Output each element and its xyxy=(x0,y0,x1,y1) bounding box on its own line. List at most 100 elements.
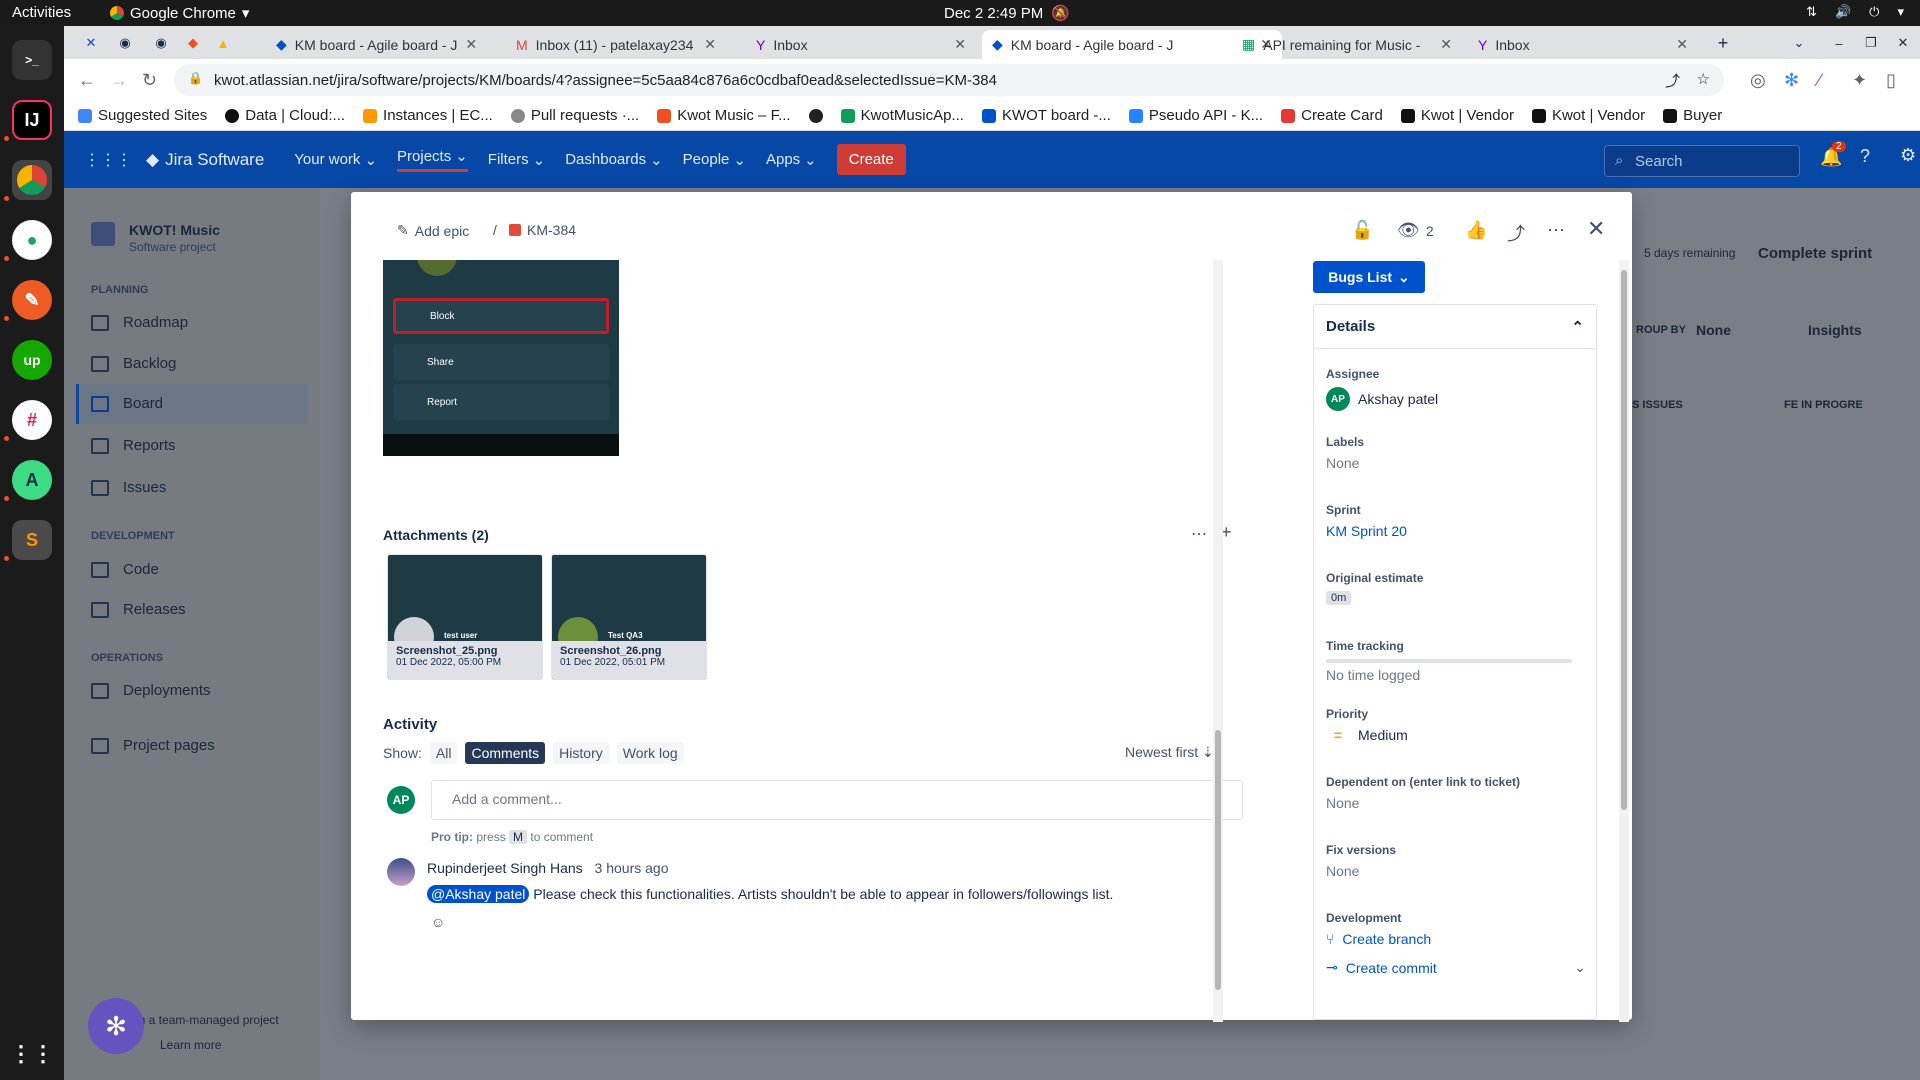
extensions-puzzle-icon[interactable]: ✦ xyxy=(1852,70,1867,91)
settings-gear-icon[interactable]: ⚙ xyxy=(1900,145,1916,166)
bookmark-item[interactable] xyxy=(808,108,823,123)
sidebar-item-project-pages[interactable]: Project pages xyxy=(91,737,215,754)
new-tab-icon[interactable]: + xyxy=(1714,33,1732,53)
tab-inbox-2[interactable]: Y Inbox ✕ xyxy=(1468,30,1698,59)
details-header[interactable]: Details ⌃ xyxy=(1314,305,1596,349)
reload-icon[interactable]: ↻ xyxy=(142,70,157,91)
project-header[interactable]: KWOT! Music Software project xyxy=(91,222,220,254)
add-epic-button[interactable]: ✎ Add epic xyxy=(397,222,469,239)
restore-icon[interactable]: ❐ xyxy=(1862,34,1880,52)
help-icon[interactable]: ? xyxy=(1860,146,1870,167)
lock-icon[interactable]: 🔓 xyxy=(1351,220,1373,241)
sidebar-item-releases[interactable]: Releases xyxy=(91,601,186,618)
bookmark-item[interactable]: Kwot Music – F... xyxy=(657,107,791,124)
scrollbar-thumb[interactable] xyxy=(1215,730,1221,990)
forward-icon[interactable]: → xyxy=(110,70,128,91)
bookmark-item[interactable]: Kwot | Vendor xyxy=(1400,107,1514,124)
add-reaction-icon[interactable]: ☺ xyxy=(431,914,445,930)
share-icon[interactable]: ⤴ xyxy=(1665,70,1680,91)
more-actions-icon[interactable]: ⋯ xyxy=(1547,220,1565,241)
more-icon[interactable]: ⋯ xyxy=(1191,524,1207,544)
close-icon[interactable]: ✕ xyxy=(954,36,966,53)
filter-comments[interactable]: Comments xyxy=(465,742,546,764)
bookmark-item[interactable]: KWOT board -... xyxy=(981,107,1111,124)
bookmark-item[interactable]: Instances | EC... xyxy=(363,107,493,124)
activities-button[interactable]: Activities xyxy=(12,4,71,21)
tab-gmail[interactable]: M Inbox (11) - patelaxay234 ✕ xyxy=(506,30,726,59)
sort-order-button[interactable]: Newest first ⇣ xyxy=(1125,744,1214,761)
bookmark-item[interactable]: Buyer xyxy=(1663,107,1722,124)
intellij-icon[interactable]: IJ xyxy=(12,100,52,140)
close-icon[interactable]: ✕ xyxy=(465,36,477,53)
close-icon[interactable]: ✕ xyxy=(1676,36,1688,53)
sidebar-item-code[interactable]: Code xyxy=(91,561,159,578)
app-menu[interactable]: Google Chrome ▾ xyxy=(110,4,249,22)
time-tracking-bar[interactable] xyxy=(1326,659,1572,663)
mention-chip[interactable]: @Akshay patel xyxy=(427,885,530,903)
terminal-icon[interactable]: >_ xyxy=(12,40,52,80)
create-commit-link[interactable]: ⊸ Create commit ⌄ xyxy=(1326,959,1586,976)
create-branch-link[interactable]: ⑂ Create branch xyxy=(1326,931,1586,947)
bookmark-item[interactable]: Pull requests ·... xyxy=(510,107,639,124)
sidebar-item-backlog[interactable]: Backlog xyxy=(91,355,176,372)
github-pinned-icon[interactable]: ◉ xyxy=(116,34,134,52)
android-studio-icon[interactable]: A xyxy=(12,460,52,500)
create-button[interactable]: Create xyxy=(836,144,906,175)
clock[interactable]: Dec 2 2:49 PM 🔕 xyxy=(944,4,1070,23)
filter-all[interactable]: All xyxy=(429,742,458,764)
priority-value[interactable]: = Medium xyxy=(1326,727,1408,743)
bookmark-item[interactable]: Kwot | Vendor xyxy=(1531,107,1645,124)
sidebar-item-reports[interactable]: Reports xyxy=(91,437,176,454)
sublime-icon[interactable]: S xyxy=(12,520,52,560)
filter-history[interactable]: History xyxy=(553,742,609,764)
help-chat-button[interactable]: ✻ xyxy=(88,998,144,1054)
main-scrollbar[interactable] xyxy=(1213,260,1223,1022)
details-scrollbar[interactable] xyxy=(1619,260,1629,1022)
nav-dashboards[interactable]: Dashboards ⌄ xyxy=(565,151,662,169)
drive-pinned-icon[interactable]: ▲ xyxy=(214,34,232,52)
extension-icon[interactable]: ✻ xyxy=(1784,70,1799,91)
assignee-value[interactable]: AP Akshay patel xyxy=(1326,387,1438,411)
comment-time[interactable]: 3 hours ago xyxy=(595,860,669,876)
bookmark-item[interactable]: Data | Cloud:... xyxy=(225,107,345,124)
close-window-icon[interactable]: ✕ xyxy=(1894,34,1912,52)
share-icon[interactable]: ⤴ xyxy=(1507,220,1525,246)
address-bar[interactable]: 🔒 kwot.atlassian.net/jira/software/proje… xyxy=(174,64,1724,96)
nav-filters[interactable]: Filters ⌄ xyxy=(488,151,545,169)
nav-apps[interactable]: Apps ⌄ xyxy=(766,151,817,169)
thumbs-up-icon[interactable]: 👍 xyxy=(1465,220,1487,241)
chrome-dock-icon[interactable] xyxy=(12,160,52,200)
confluence-pinned-icon[interactable]: ✕ xyxy=(82,34,100,52)
attachment-thumbnail[interactable]: test user Screenshot_25.png 01 Dec 2022,… xyxy=(387,554,543,680)
system-tray[interactable]: ⇅ 🔊 ⏻ ▾ xyxy=(1806,4,1904,20)
postman-icon[interactable]: ✎ xyxy=(12,280,52,320)
bookmark-item[interactable]: Create Card xyxy=(1281,107,1383,124)
tab-sheets[interactable]: ▦ API remaining for Music - ✕ xyxy=(1232,30,1462,59)
upwork-icon[interactable]: up xyxy=(12,340,52,380)
bookmark-item[interactable]: Pseudo API - K... xyxy=(1128,107,1263,124)
fix-versions-value[interactable]: None xyxy=(1326,863,1396,879)
slack-icon[interactable]: # xyxy=(12,400,52,440)
back-icon[interactable]: ← xyxy=(78,70,96,91)
learn-more-link[interactable]: Learn more xyxy=(160,1038,221,1052)
scrollbar-thumb[interactable] xyxy=(1621,270,1627,810)
bookmark-star-icon[interactable]: ☆ xyxy=(1697,70,1710,88)
app-grid-icon[interactable]: ⋮⋮ xyxy=(10,1034,54,1074)
sidebar-item-roadmap[interactable]: Roadmap xyxy=(91,314,188,331)
commenter-name[interactable]: Rupinderjeet Singh Hans xyxy=(427,860,583,876)
sidebar-item-issues[interactable]: Issues xyxy=(91,479,166,496)
comment-input[interactable]: Add a comment... xyxy=(431,780,1243,820)
nav-your-work[interactable]: Your work ⌄ xyxy=(294,151,377,169)
tab-inbox[interactable]: Y Inbox ✕ xyxy=(746,30,976,59)
sidebar-item-deployments[interactable]: Deployments xyxy=(91,682,211,699)
nav-people[interactable]: People ⌄ xyxy=(683,151,746,169)
close-icon[interactable]: ✕ xyxy=(1440,36,1452,53)
tab-search-icon[interactable]: ⌄ xyxy=(1790,34,1808,52)
github-pinned-icon[interactable]: ◉ xyxy=(152,34,170,52)
sidebar-item-board[interactable]: Board xyxy=(91,395,163,412)
chevron-down-icon[interactable]: ⌄ xyxy=(1574,959,1586,976)
insights-button[interactable]: Insights xyxy=(1808,322,1862,338)
dependent-value[interactable]: None xyxy=(1326,795,1520,811)
jira-logo[interactable]: ◆ Jira Software xyxy=(146,150,264,170)
issue-key-link[interactable]: KM-384 xyxy=(509,222,576,238)
